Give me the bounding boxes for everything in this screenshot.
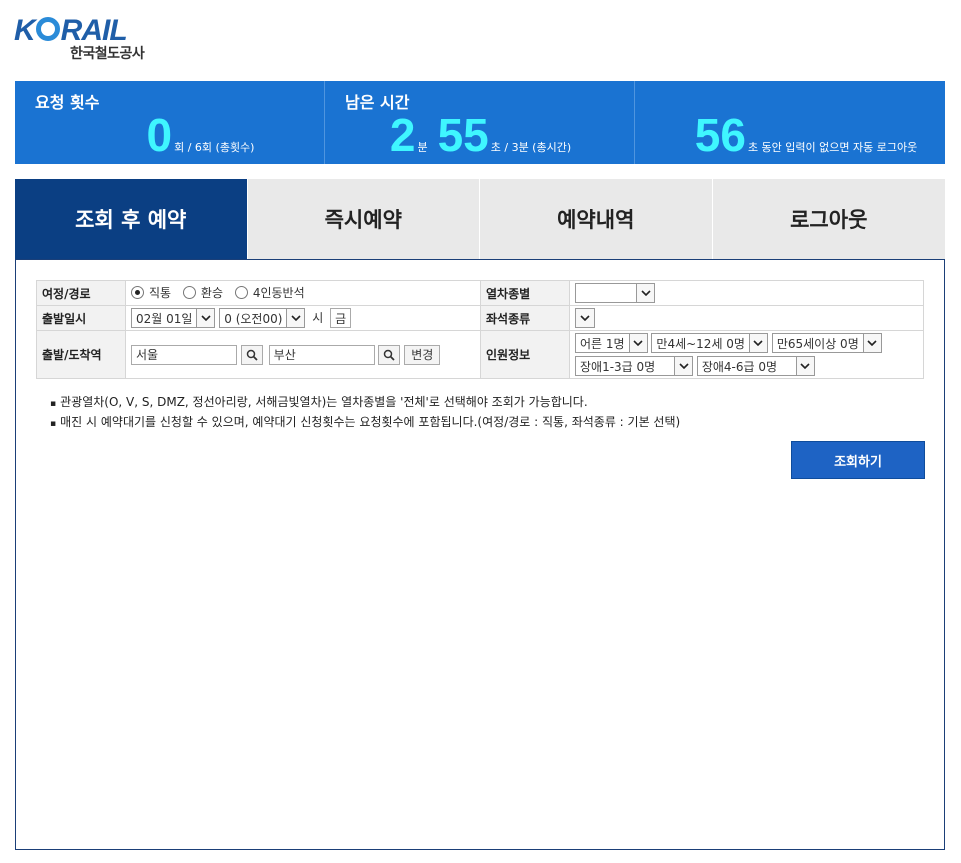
seat-type-select[interactable] (575, 308, 595, 328)
seat-type-label: 좌석종류 (480, 305, 570, 331)
adult-select[interactable]: 어른 1명 (575, 333, 648, 353)
notice-list: 관광열차(O, V, S, DMZ, 정선아리랑, 서해금빛열차)는 열차종별을… (50, 393, 680, 433)
route-label: 여정/경로 (36, 280, 126, 306)
search-icon (246, 349, 258, 361)
departure-input[interactable]: 서울 (131, 344, 237, 365)
notice-item: 관광열차(O, V, S, DMZ, 정선아리랑, 서해금빛열차)는 열차종별을… (50, 393, 680, 413)
request-count-value: 0 (146, 109, 173, 161)
remaining-time-panel: 남은 시간 2 분 55 초 / 3분 (총시간) (325, 81, 635, 164)
chevron-down-icon (628, 334, 647, 352)
disabled-4-6-select[interactable]: 장애4-6급 0명 (696, 356, 815, 376)
child-select[interactable]: 만4세~12세 0명 (651, 333, 768, 353)
hour-select[interactable]: 0 (오전00) (219, 308, 306, 328)
station-label: 출발/도착역 (36, 330, 126, 379)
chevron-down-icon (576, 309, 594, 327)
remaining-seconds-suffix: 초 / 3분 (총시간) (490, 141, 572, 154)
radio-unchecked-icon (182, 286, 196, 299)
departure-search-button[interactable] (240, 344, 263, 365)
chevron-down-icon (862, 334, 881, 352)
remaining-minutes: 2 (389, 109, 416, 161)
passenger-label: 인원정보 (480, 330, 570, 379)
remaining-seconds: 55 (437, 109, 489, 161)
date-label: 출발일시 (36, 305, 126, 331)
radio-checked-icon (131, 286, 144, 299)
disabled-1-3-select[interactable]: 장애1-3급 0명 (575, 356, 693, 376)
chevron-down-icon (674, 357, 692, 375)
train-type-select[interactable] (575, 283, 655, 303)
search-form: 여정/경로 직통 환승 4인동반석 열차종별 출발일시 02월 01일 0 (오… (36, 280, 924, 379)
status-bar: 요청 횟수 0 회 / 6회 (총횟수) 남은 시간 2 분 55 초 / 3분… (15, 81, 945, 164)
radio-direct[interactable]: 직통 (131, 284, 171, 301)
chevron-down-icon (748, 334, 767, 352)
tab-logout[interactable]: 로그아웃 (713, 179, 946, 259)
main-tabs: 조회 후 예약 즉시예약 예약내역 로그아웃 (15, 179, 945, 259)
logo-subtitle: 한국철도공사 (70, 46, 145, 62)
notice-item: 매진 시 예약대기를 신청할 수 있으며, 예약대기 신청횟수는 요청횟수에 포… (50, 413, 680, 433)
minutes-unit: 분 (417, 141, 428, 154)
arrival-search-button[interactable] (378, 344, 401, 365)
request-count-panel: 요청 횟수 0 회 / 6회 (총횟수) (15, 81, 325, 164)
train-type-label: 열차종별 (480, 280, 570, 306)
idle-suffix: 초 동안 입력이 없으면 자동 로그아웃 (747, 141, 918, 154)
radio-transfer[interactable]: 환승 (182, 284, 223, 301)
tab-reservation-history[interactable]: 예약내역 (480, 179, 713, 259)
search-panel: 여정/경로 직통 환승 4인동반석 열차종별 출발일시 02월 01일 0 (오… (15, 259, 945, 850)
radio-unchecked-icon (234, 286, 248, 299)
korail-logo: K RAIL 한국철도공사 (14, 14, 164, 64)
idle-seconds: 56 (694, 109, 746, 161)
request-count-suffix: 회 / 6회 (총횟수) (174, 141, 255, 154)
search-button[interactable]: 조회하기 (791, 441, 925, 479)
hour-unit: 시 (312, 310, 324, 325)
request-count-title: 요청 횟수 (35, 93, 100, 112)
chevron-down-icon (286, 309, 305, 327)
chevron-down-icon (795, 357, 814, 375)
chevron-down-icon (636, 284, 654, 302)
swap-stations-button[interactable]: 변경 (404, 344, 441, 365)
senior-select[interactable]: 만65세이상 0명 (771, 333, 882, 353)
radio-group-seat[interactable]: 4인동반석 (234, 284, 305, 301)
idle-timeout-panel: 56 초 동안 입력이 없으면 자동 로그아웃 (635, 81, 945, 164)
search-icon (384, 349, 396, 361)
tab-search-reserve[interactable]: 조회 후 예약 (15, 179, 248, 259)
arrival-input[interactable]: 부산 (268, 344, 375, 365)
weekday-field: 금 (330, 308, 352, 328)
tab-instant-reserve[interactable]: 즉시예약 (248, 179, 480, 259)
logo-o-icon (35, 17, 60, 41)
chevron-down-icon (196, 309, 215, 327)
date-select[interactable]: 02월 01일 (131, 308, 216, 328)
